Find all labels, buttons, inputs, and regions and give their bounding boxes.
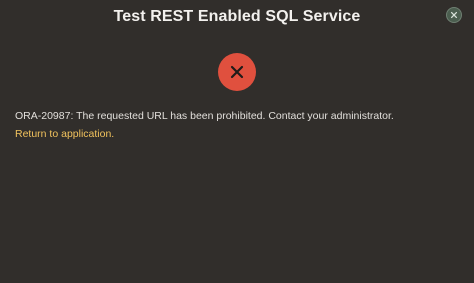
error-message: ORA-20987: The requested URL has been pr… — [15, 110, 394, 122]
close-icon — [450, 11, 458, 19]
return-to-application-link[interactable]: Return to application. — [15, 127, 114, 141]
dialog-title: Test REST Enabled SQL Service — [113, 8, 361, 25]
close-button[interactable] — [446, 7, 462, 23]
error-status-icon — [218, 53, 256, 91]
error-dialog: Test REST Enabled SQL Service ORA-20987:… — [0, 0, 474, 283]
